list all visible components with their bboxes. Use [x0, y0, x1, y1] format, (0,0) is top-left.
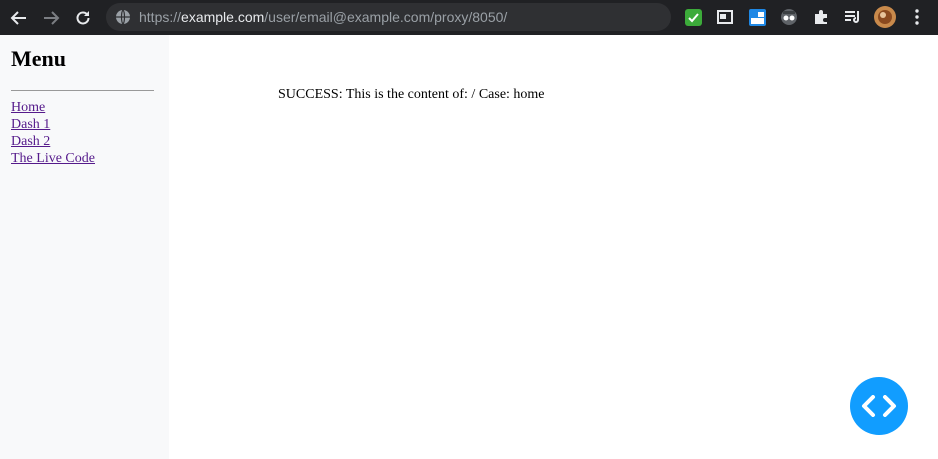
sidebar-title: Menu	[11, 46, 66, 71]
arrow-left-icon	[10, 11, 26, 25]
page-content-message: SUCCESS: This is the content of: / Case:…	[278, 87, 545, 102]
forward-button[interactable]	[40, 7, 62, 29]
sidebar-divider	[11, 90, 154, 91]
address-bar[interactable]: https://example.com/user/email@example.c…	[106, 3, 671, 31]
spy-extension-icon[interactable]	[780, 8, 798, 26]
back-button[interactable]	[8, 7, 30, 29]
url-prefix: https://	[139, 9, 182, 25]
sidebar-link-dash-1[interactable]: Dash 1	[11, 116, 95, 133]
arrow-right-icon	[44, 11, 60, 25]
profile-avatar[interactable]	[874, 6, 896, 28]
reading-list-icon[interactable]	[843, 8, 861, 26]
sidebar-nav: Home Dash 1 Dash 2 The Live Code	[11, 99, 95, 167]
checkmark-extension-icon[interactable]	[684, 8, 702, 26]
puzzle-extensions-icon[interactable]	[812, 8, 830, 26]
sidebar-link-live-code[interactable]: The Live Code	[11, 150, 95, 167]
code-brackets-icon	[862, 395, 896, 417]
globe-icon	[116, 9, 130, 25]
reload-button[interactable]	[72, 7, 94, 29]
reload-icon	[76, 11, 90, 25]
url-host: example.com	[181, 9, 265, 25]
picture-in-picture-icon[interactable]	[716, 8, 734, 26]
url-text: https://example.com/user/email@example.c…	[139, 9, 507, 25]
browser-toolbar: https://example.com/user/email@example.c…	[0, 0, 938, 35]
url-path: /user/email@example.com/proxy/8050/	[264, 9, 508, 25]
code-toggle-button[interactable]	[850, 377, 908, 435]
kebab-menu-icon[interactable]	[908, 8, 926, 26]
sidebar-link-dash-2[interactable]: Dash 2	[11, 133, 95, 150]
sidebar-link-home[interactable]: Home	[11, 99, 95, 116]
cloud-extension-icon[interactable]	[748, 8, 766, 26]
